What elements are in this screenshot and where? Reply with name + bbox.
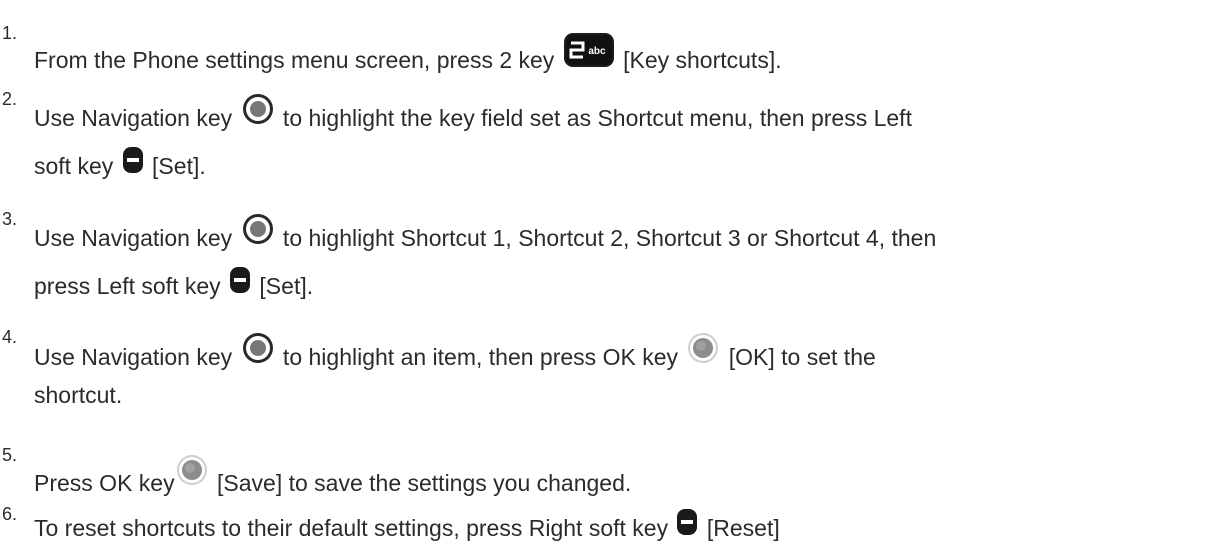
navigation-key-icon — [241, 92, 275, 126]
step-text: To reset shortcuts to their default sett… — [34, 515, 675, 541]
svg-text:abc: abc — [588, 46, 606, 57]
step-text: shortcut. — [34, 382, 123, 408]
instruction-steps: 1. From the Phone settings menu screen, … — [0, 0, 1205, 548]
step-number: 1. — [2, 23, 18, 43]
step-text: [OK] to set the — [722, 344, 876, 370]
step-line: Press OK key [Save] to save the settings… — [34, 453, 631, 495]
step-text: Use Navigation key — [34, 105, 239, 131]
step-line: press Left soft key [Set]. — [34, 266, 313, 298]
step-line: To reset shortcuts to their default sett… — [34, 508, 780, 540]
step-number: 5. — [2, 445, 18, 465]
step-text: to highlight Shortcut 1, Shortcut 2, Sho… — [276, 225, 937, 251]
step-text: press Left soft key — [34, 273, 228, 299]
step-text: From the Phone settings menu screen, pre… — [34, 47, 561, 73]
navigation-key-icon — [241, 212, 275, 246]
step-line: soft key [Set]. — [34, 146, 206, 178]
step-text: soft key — [34, 153, 120, 179]
ok-key-icon — [175, 453, 209, 487]
left-soft-key-icon — [229, 266, 251, 294]
key-2abc-icon: abc — [563, 32, 615, 68]
step-text: [Set]. — [253, 273, 314, 299]
step-number: 3. — [2, 209, 18, 229]
step-text: to highlight the key field set as Shortc… — [276, 105, 912, 131]
step-text: [Set]. — [145, 153, 206, 179]
navigation-key-icon — [241, 331, 275, 365]
step-text: [Save] to save the settings you changed. — [210, 470, 632, 496]
step-text: [Reset] — [700, 515, 780, 541]
step-text: to highlight an item, then press OK key — [276, 344, 685, 370]
left-soft-key-icon — [122, 146, 144, 174]
step-text: Press OK key — [34, 470, 175, 496]
right-soft-key-icon — [676, 508, 698, 536]
step-number: 2. — [2, 89, 18, 109]
step-text: [Key shortcuts]. — [616, 47, 782, 73]
step-number: 4. — [2, 327, 18, 347]
step-line: From the Phone settings menu screen, pre… — [34, 32, 782, 72]
step-line: shortcut. — [34, 384, 122, 407]
step-number: 6. — [2, 504, 18, 524]
step-line: Use Navigation key to highlight an item,… — [34, 331, 876, 369]
step-line: Use Navigation key to highlight the key … — [34, 92, 912, 130]
step-text: Use Navigation key — [34, 225, 239, 251]
ok-key-icon — [686, 331, 720, 365]
step-text: Use Navigation key — [34, 344, 239, 370]
step-line: Use Navigation key to highlight Shortcut… — [34, 212, 936, 250]
